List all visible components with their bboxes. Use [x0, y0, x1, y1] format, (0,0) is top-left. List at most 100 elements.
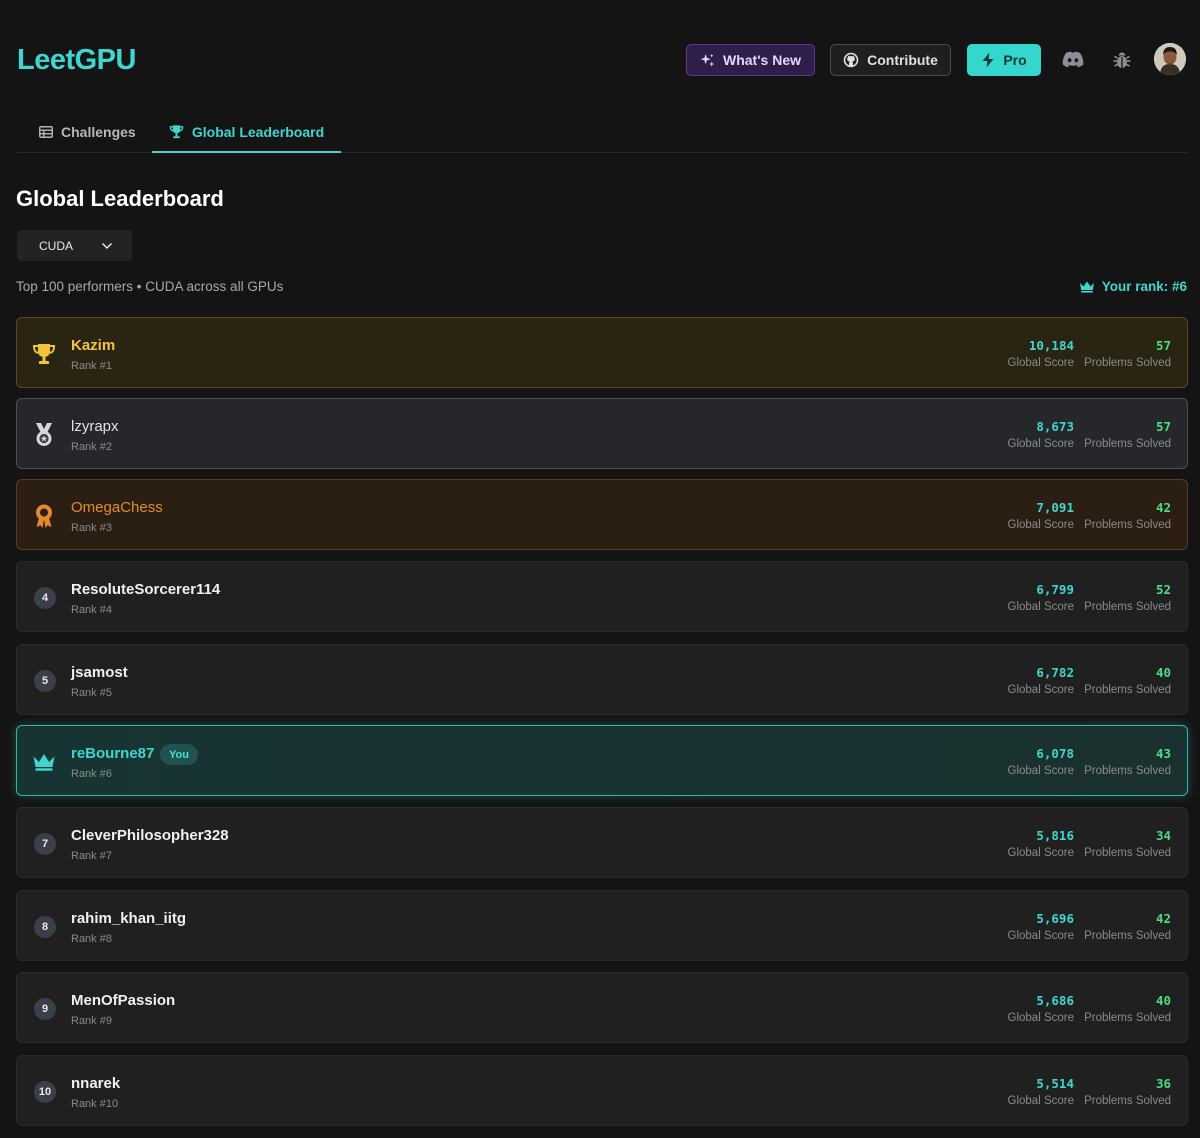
problems-solved-value: 36: [1155, 1076, 1171, 1091]
global-score-label: Global Score: [1007, 601, 1074, 613]
global-score-label: Global Score: [1007, 357, 1074, 369]
leaderboard-row[interactable]: 5 jsamost Rank #5 6,782 Global Score 40 Proble…: [16, 644, 1188, 715]
problems-solved-label: Problems Solved: [1084, 438, 1171, 450]
language-select[interactable]: CUDA: [17, 230, 132, 261]
global-score-value: 5,514: [1036, 1076, 1074, 1091]
rank-label: Rank #8: [71, 933, 112, 945]
trophy-icon: [169, 125, 184, 139]
crown-icon: [1079, 281, 1094, 293]
problems-solved-label: Problems Solved: [1084, 357, 1171, 369]
rank-badge: 8: [34, 916, 56, 938]
lightning-icon: [982, 52, 994, 68]
top-header: LeetGPU What's New Contribute Pro: [0, 0, 1200, 100]
global-score-value: 6,782: [1036, 665, 1074, 680]
user-avatar[interactable]: [1154, 43, 1186, 75]
username[interactable]: OmegaChess: [71, 499, 163, 516]
global-score-value: 6,078: [1036, 746, 1074, 761]
page-title: Global Leaderboard: [16, 186, 224, 211]
discord-button[interactable]: [1060, 48, 1086, 72]
global-score-value: 5,686: [1036, 993, 1074, 1008]
leaderboard-subtitle: Top 100 performers • CUDA across all GPU…: [16, 279, 284, 294]
rank-badge: 4: [34, 587, 56, 609]
problems-solved-value: 42: [1155, 911, 1171, 926]
username[interactable]: MenOfPassion: [71, 992, 175, 1009]
your-rank-label: Your rank: #6: [1101, 279, 1187, 294]
your-rank: Your rank: #6: [1079, 279, 1187, 294]
chevron-down-icon: [101, 242, 113, 249]
global-score-label: Global Score: [1007, 765, 1074, 777]
crown-icon: [31, 749, 57, 775]
problems-solved-value: 43: [1155, 746, 1171, 761]
tab-global-leaderboard-label: Global Leaderboard: [191, 123, 325, 140]
global-score-value: 5,696: [1036, 911, 1074, 926]
leaderboard-row[interactable]: OmegaChess Rank #3 7,091 Global Score 42 Prob…: [16, 479, 1188, 550]
problems-solved-value: 57: [1155, 338, 1171, 353]
problems-solved-label: Problems Solved: [1084, 519, 1171, 531]
problems-solved-label: Problems Solved: [1084, 601, 1171, 613]
leaderboard-row[interactable]: 8 rahim_khan_iitg Rank #8 5,696 Global Score…: [16, 890, 1188, 961]
problems-solved-label: Problems Solved: [1084, 847, 1171, 859]
rank-label: Rank #2: [71, 441, 112, 453]
problems-solved-value: 57: [1155, 419, 1171, 434]
report-bug-button[interactable]: [1109, 48, 1135, 72]
global-score-label: Global Score: [1007, 930, 1074, 942]
rank-badge: 7: [34, 833, 56, 855]
rank-label: Rank #3: [71, 522, 112, 534]
tab-global-leaderboard[interactable]: Global Leaderboard: [152, 112, 341, 153]
rank-badge: 5: [34, 670, 56, 692]
bug-icon: [1113, 52, 1131, 68]
you-badge: You: [160, 744, 198, 765]
leaderboard-row[interactable]: 10 nnarek Rank #10 5,514 Global Score 36 Probl…: [16, 1055, 1188, 1126]
global-score-value: 10,184: [1028, 338, 1074, 353]
leaderboard-row[interactable]: 4 ResoluteSorcerer114 Rank #4 6,799 Global S…: [16, 561, 1188, 632]
table-icon: [39, 126, 53, 138]
global-score-value: 5,816: [1036, 828, 1074, 843]
global-score-label: Global Score: [1007, 1012, 1074, 1024]
problems-solved-value: 34: [1155, 828, 1171, 843]
tab-challenges[interactable]: Challenges: [39, 112, 136, 152]
global-score-value: 6,799: [1036, 582, 1074, 597]
award-icon: [31, 503, 57, 529]
app-logo[interactable]: LeetGPU: [17, 44, 136, 77]
contribute-button[interactable]: Contribute: [830, 44, 951, 76]
pro-button[interactable]: Pro: [967, 44, 1041, 76]
tab-bar: Challenges Global Leaderboard: [17, 112, 1187, 153]
leaderboard-row[interactable]: reBourne87 You Rank #6 6,078 Global Score 43 P…: [16, 725, 1188, 796]
leaderboard-row[interactable]: lzyrapx Rank #2 8,673 Global Score 57 Problem…: [16, 398, 1188, 469]
rank-label: Rank #1: [71, 360, 112, 372]
username[interactable]: Kazim: [71, 337, 115, 354]
rank-label: Rank #9: [71, 1015, 112, 1027]
username[interactable]: jsamost: [71, 664, 128, 681]
problems-solved-label: Problems Solved: [1084, 765, 1171, 777]
github-icon: [843, 52, 859, 68]
rank-badge: 10: [34, 1081, 56, 1103]
global-score-label: Global Score: [1007, 438, 1074, 450]
problems-solved-label: Problems Solved: [1084, 930, 1171, 942]
username[interactable]: nnarek: [71, 1075, 120, 1092]
whats-new-button[interactable]: What's New: [686, 44, 815, 76]
whats-new-label: What's New: [722, 52, 801, 68]
leaderboard-row[interactable]: Kazim Rank #1 10,184 Global Score 57 Problems…: [16, 317, 1188, 388]
rank-label: Rank #4: [71, 604, 112, 616]
discord-icon: [1062, 51, 1084, 68]
global-score-label: Global Score: [1007, 847, 1074, 859]
global-score-value: 8,673: [1036, 419, 1074, 434]
rank-label: Rank #5: [71, 687, 112, 699]
rank-badge: 9: [34, 998, 56, 1020]
leaderboard-row[interactable]: 7 CleverPhilosopher328 Rank #7 5,816 Global …: [16, 807, 1188, 878]
username[interactable]: lzyrapx: [71, 418, 119, 435]
rank-label: Rank #10: [71, 1098, 119, 1110]
contribute-label: Contribute: [867, 52, 938, 68]
sparkles-icon: [700, 53, 715, 67]
problems-solved-label: Problems Solved: [1084, 1012, 1171, 1024]
username[interactable]: ResoluteSorcerer114: [71, 581, 220, 598]
leaderboard-row[interactable]: 9 MenOfPassion Rank #9 5,686 Global Score 40 P…: [16, 972, 1188, 1043]
problems-solved-value: 40: [1155, 665, 1171, 680]
global-score-value: 7,091: [1036, 500, 1074, 515]
username[interactable]: rahim_khan_iitg: [71, 910, 186, 927]
username[interactable]: CleverPhilosopher328: [71, 827, 229, 844]
global-score-label: Global Score: [1007, 1095, 1074, 1107]
problems-solved-value: 52: [1155, 582, 1171, 597]
username[interactable]: reBourne87: [71, 745, 154, 762]
tab-challenges-label: Challenges: [61, 124, 136, 140]
